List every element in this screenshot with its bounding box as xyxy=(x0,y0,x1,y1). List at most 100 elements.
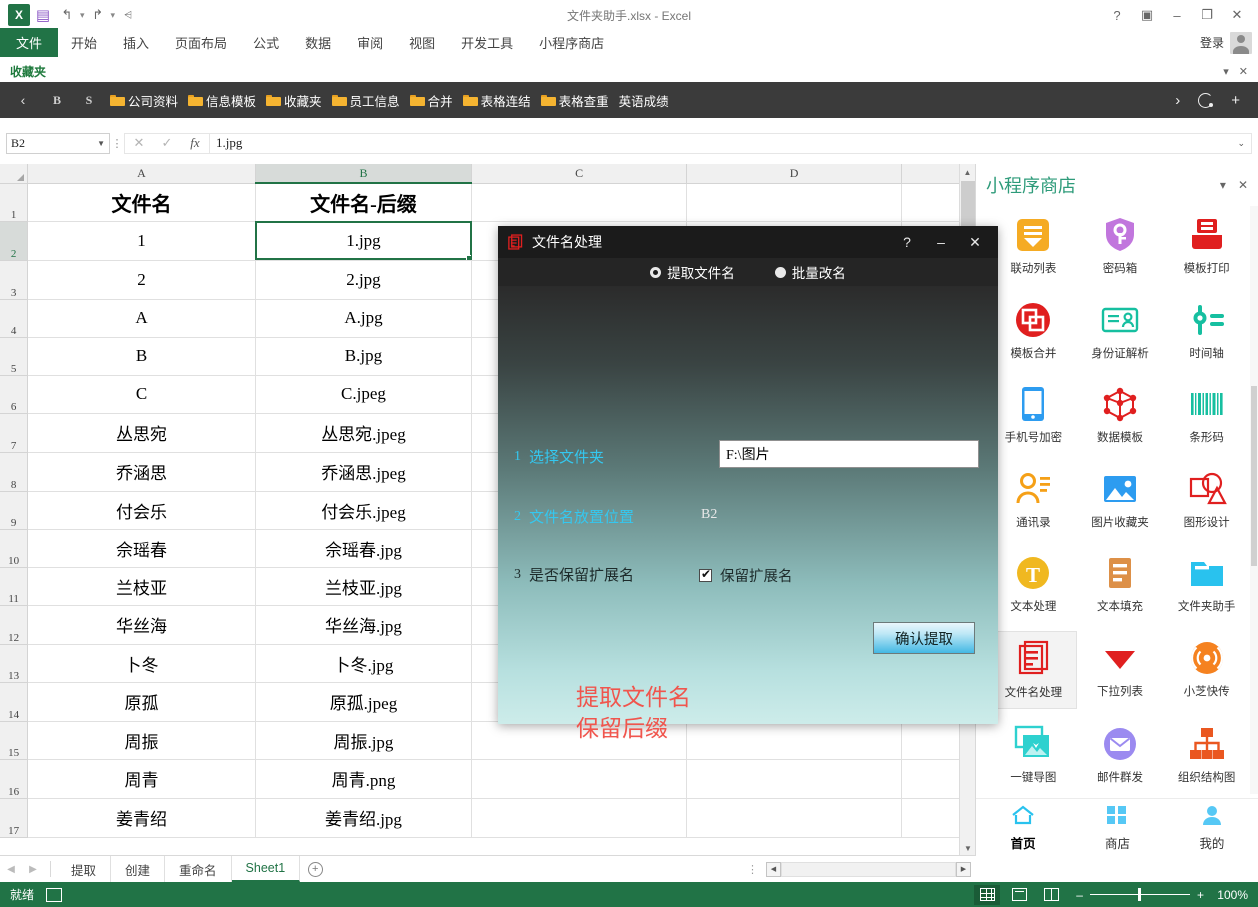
row-header[interactable]: 10 xyxy=(0,529,29,568)
task-pane-scrollbar[interactable] xyxy=(1250,206,1258,794)
favorites-close-icon[interactable]: ✕ xyxy=(1239,65,1248,78)
applet-template-print[interactable]: 模板打印 xyxy=(1163,208,1250,285)
row-header[interactable]: 9 xyxy=(0,491,29,530)
cell-a8[interactable]: 乔涵思 xyxy=(27,452,256,492)
expand-formula-bar-icon[interactable]: ⌄ xyxy=(1237,138,1245,149)
task-pane-close-icon[interactable]: ✕ xyxy=(1238,178,1248,192)
formula-bar-handle[interactable]: ⋮ xyxy=(110,137,124,150)
row-header[interactable]: 7 xyxy=(0,413,29,453)
applet-timeline[interactable]: 时间轴 xyxy=(1163,293,1250,370)
column-header-d[interactable]: D xyxy=(686,164,903,184)
mode-batch-rename[interactable]: 批量改名 xyxy=(774,262,846,282)
checkbox-icon[interactable] xyxy=(699,567,712,582)
scroll-handle[interactable]: ⋮ xyxy=(739,863,766,876)
cell-b14[interactable]: 原孤.jpeg xyxy=(255,682,473,722)
name-box[interactable]: B2 ▼ xyxy=(6,132,110,154)
applet-org-chart[interactable]: 组织结构图 xyxy=(1163,717,1250,794)
tab-home[interactable]: 开始 xyxy=(58,28,110,57)
zoom-track[interactable] xyxy=(1089,888,1190,901)
applet-data-template[interactable]: 数据模板 xyxy=(1077,377,1164,454)
cell-b17[interactable]: 姜青绍.jpg xyxy=(255,798,473,838)
zoom-in-button[interactable]: + xyxy=(1197,888,1204,902)
cell-b4[interactable]: A.jpg xyxy=(255,299,473,338)
favorites-letter-b[interactable]: B xyxy=(46,93,68,108)
cell-a14[interactable]: 原孤 xyxy=(27,682,256,722)
applet-dropdown-list[interactable]: 下拉列表 xyxy=(1077,631,1164,710)
row-header[interactable]: 3 xyxy=(0,260,29,300)
applet-barcode[interactable]: 条形码 xyxy=(1163,377,1250,454)
favorites-item-english-scores[interactable]: 英语成绩 xyxy=(619,91,669,110)
cell-a1[interactable]: 文件名 xyxy=(27,183,256,222)
cell-a15[interactable]: 周振 xyxy=(27,721,256,760)
formula-input[interactable]: 1.jpg ⌄ xyxy=(209,132,1252,154)
dialog-close-button[interactable]: ✕ xyxy=(960,229,990,255)
close-button[interactable]: ✕ xyxy=(1222,2,1252,28)
cell-a4[interactable]: A xyxy=(27,299,256,338)
applet-linked-list[interactable]: 联动列表 xyxy=(990,208,1077,285)
applet-template-merge[interactable]: 模板合并 xyxy=(990,293,1077,370)
collapse-caret-icon[interactable]: ▾ xyxy=(1223,65,1229,78)
chevron-down-icon[interactable]: ▼ xyxy=(97,139,105,148)
dialog-minimize-button[interactable]: – xyxy=(926,229,956,255)
zoom-slider[interactable]: – + xyxy=(1076,888,1204,902)
applet-text-process[interactable]: T 文本处理 xyxy=(990,546,1077,623)
favorites-item-company-data[interactable]: 公司资料 xyxy=(110,91,178,110)
cell-b13[interactable]: 卜冬.jpg xyxy=(255,644,473,683)
cell-b15[interactable]: 周振.jpg xyxy=(255,721,473,760)
applet-contacts[interactable]: 通讯录 xyxy=(990,462,1077,539)
insert-function-icon[interactable]: fx xyxy=(181,134,209,153)
cell-c1[interactable] xyxy=(471,183,688,222)
applet-password-box[interactable]: 密码箱 xyxy=(1077,208,1164,285)
applet-one-click-map[interactable]: 一键导图 xyxy=(990,717,1077,794)
scroll-up-icon[interactable]: ▲ xyxy=(960,164,975,180)
mode-extract-filename[interactable]: 提取文件名 xyxy=(650,262,735,282)
tab-formulas[interactable]: 公式 xyxy=(240,28,292,57)
cell-a17[interactable]: 姜青绍 xyxy=(27,798,256,838)
task-pane-scroll-thumb[interactable] xyxy=(1251,386,1257,566)
row-header[interactable]: 8 xyxy=(0,452,29,492)
cell-c17[interactable] xyxy=(471,798,688,838)
cell-a12[interactable]: 华丝海 xyxy=(27,605,256,645)
applet-filename-process[interactable]: 文件名处理 xyxy=(990,630,1077,710)
favorites-item-favorites[interactable]: 收藏夹 xyxy=(266,91,322,110)
sheet-next-icon[interactable]: ▶ xyxy=(22,864,44,875)
tab-view[interactable]: 视图 xyxy=(396,28,448,57)
add-sheet-button[interactable]: + xyxy=(300,861,330,877)
column-header-b[interactable]: B xyxy=(255,164,473,184)
row-header[interactable]: 4 xyxy=(0,299,29,338)
dialog-title-bar[interactable]: 文件名处理 ? – ✕ xyxy=(498,226,998,258)
cell-a9[interactable]: 付会乐 xyxy=(27,491,256,530)
customize-qat-icon[interactable]: ⩤ xyxy=(117,4,139,26)
favorites-forward-icon[interactable]: › xyxy=(1175,92,1180,109)
cell-b3[interactable]: 2.jpg xyxy=(255,260,473,300)
restore-button[interactable]: ❐ xyxy=(1192,2,1222,28)
sheet-tab-sheet1[interactable]: Sheet1 xyxy=(231,856,301,882)
page-layout-view-button[interactable] xyxy=(1006,885,1032,905)
cell-b9[interactable]: 付会乐.jpeg xyxy=(255,491,473,530)
zoom-thumb[interactable] xyxy=(1137,888,1141,901)
row-header[interactable]: 1 xyxy=(0,183,29,222)
cell-a16[interactable]: 周青 xyxy=(27,759,256,799)
cell-a2[interactable]: 1 xyxy=(27,221,256,261)
tab-applet-store[interactable]: 小程序商店 xyxy=(526,28,617,57)
refresh-icon[interactable] xyxy=(1198,92,1214,108)
cell-a5[interactable]: B xyxy=(27,337,256,376)
target-cell-value[interactable]: B2 xyxy=(701,507,717,523)
row-header[interactable]: 16 xyxy=(0,759,29,799)
radio-icon[interactable] xyxy=(650,266,662,278)
help-button[interactable]: ? xyxy=(1102,2,1132,28)
cell-b8[interactable]: 乔涵思.jpeg xyxy=(255,452,473,492)
applet-folder-helper[interactable]: 文件夹助手 xyxy=(1163,546,1250,623)
favorites-item-employee-info[interactable]: 员工信息 xyxy=(331,91,400,110)
cell-b5[interactable]: B.jpg xyxy=(255,337,473,376)
favorites-item-table-link[interactable]: 表格连结 xyxy=(462,91,531,110)
hscroll-left-icon[interactable]: ◀ xyxy=(766,861,781,877)
cell-b12[interactable]: 华丝海.jpg xyxy=(255,605,473,645)
signin-area[interactable]: 登录 xyxy=(1200,28,1258,57)
sheet-tab-create[interactable]: 创建 xyxy=(111,856,166,882)
applet-text-fill[interactable]: 文本填充 xyxy=(1077,546,1164,623)
ribbon-display-options-button[interactable]: ▣ xyxy=(1132,2,1162,28)
save-icon[interactable]: ▤ xyxy=(32,4,54,26)
row-header[interactable]: 11 xyxy=(0,567,29,606)
redo-icon[interactable]: ↱ xyxy=(87,4,109,26)
